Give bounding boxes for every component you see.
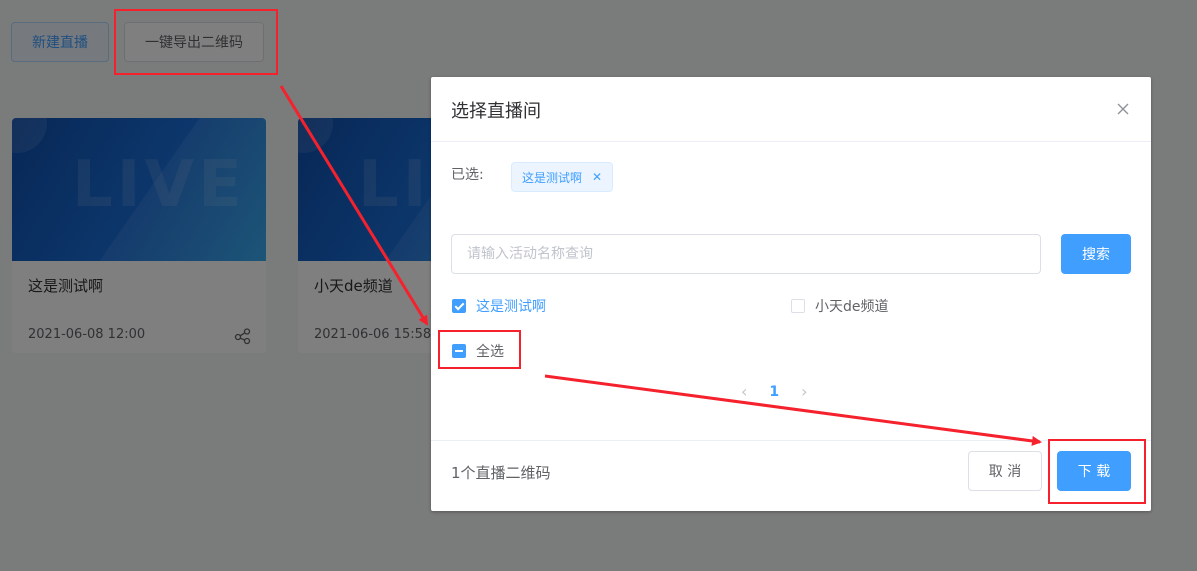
annotation-arrow	[544, 374, 1042, 446]
annotation-arrows	[279, 85, 1042, 446]
annotation-arrow	[279, 85, 429, 326]
